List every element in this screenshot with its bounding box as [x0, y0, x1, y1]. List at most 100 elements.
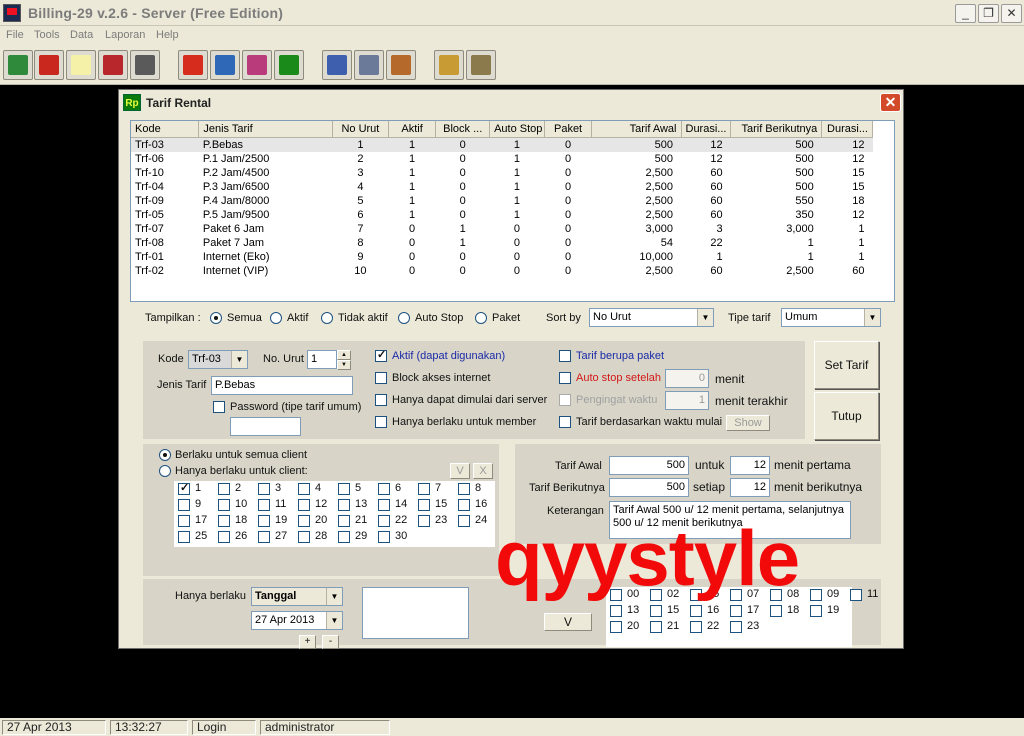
auto-stop-input[interactable]: 0: [665, 369, 709, 388]
date-plus-button[interactable]: +: [299, 635, 316, 649]
client-checkbox[interactable]: [218, 515, 230, 527]
hour-checkbox[interactable]: [730, 621, 742, 633]
client-checkbox[interactable]: [218, 531, 230, 543]
column-header[interactable]: Tarif Berikutnya: [730, 121, 823, 138]
password-input[interactable]: [230, 417, 301, 436]
minimize-button[interactable]: _: [955, 4, 976, 23]
client-map-toolbar-button[interactable]: [3, 50, 33, 80]
dialog-close-button[interactable]: ✕: [880, 93, 901, 112]
menu-laporan[interactable]: Laporan: [105, 29, 145, 41]
report-rp-toolbar-button[interactable]: [466, 50, 496, 80]
column-header[interactable]: Durasi...: [821, 121, 873, 138]
tarif-awal-durasi-input[interactable]: 12: [730, 456, 770, 475]
server-setting-toolbar-button[interactable]: [242, 50, 272, 80]
sort-by-select[interactable]: No Urut ▼: [589, 308, 714, 327]
rp-tariff-toolbar-button[interactable]: [274, 50, 304, 80]
member-toolbar-button[interactable]: [322, 50, 352, 80]
hour-checkbox[interactable]: [810, 589, 822, 601]
check-all-clients-button[interactable]: V: [450, 463, 470, 479]
clear-all-clients-button[interactable]: X: [473, 463, 493, 479]
tutup-button[interactable]: Tutup: [814, 392, 879, 440]
jenis-tarif-input[interactable]: P.Bebas: [211, 376, 353, 395]
hour-checkbox[interactable]: [770, 605, 782, 617]
pengingat-checkbox[interactable]: [559, 394, 571, 406]
maximize-button[interactable]: ❐: [978, 4, 999, 23]
client-checkbox[interactable]: [338, 531, 350, 543]
notepad-toolbar-button[interactable]: [66, 50, 96, 80]
pengingat-input[interactable]: 1: [665, 391, 709, 410]
client-checkbox[interactable]: [418, 499, 430, 511]
radio-paket[interactable]: [475, 312, 487, 324]
tarif-awal-input[interactable]: 500: [609, 456, 689, 475]
no-urut-up-icon[interactable]: ▲: [337, 350, 351, 360]
tarif-berikutnya-input[interactable]: 500: [609, 478, 689, 497]
column-header[interactable]: Aktif: [388, 121, 437, 138]
client-checkbox[interactable]: [178, 531, 190, 543]
eraser-toolbar-button[interactable]: [98, 50, 128, 80]
no-sign-toolbar-button[interactable]: [178, 50, 208, 80]
column-header[interactable]: Jenis Tarif: [198, 121, 334, 138]
operator-toolbar-button[interactable]: [354, 50, 384, 80]
key-toolbar-button[interactable]: [34, 50, 64, 80]
client-checkbox[interactable]: [338, 499, 350, 511]
client-checkbox[interactable]: [298, 531, 310, 543]
column-header[interactable]: Block ...: [435, 121, 491, 138]
client-checkbox[interactable]: [378, 499, 390, 511]
food-toolbar-button[interactable]: [386, 50, 416, 80]
home-toolbar-button[interactable]: [434, 50, 464, 80]
close-app-button[interactable]: ✕: [1001, 4, 1022, 23]
set-tarif-button[interactable]: Set Tarif: [814, 341, 879, 389]
client-checkbox[interactable]: [178, 499, 190, 511]
radio-semua[interactable]: [210, 312, 222, 324]
radio-hanya-client[interactable]: [159, 465, 171, 477]
tipe-tarif-select[interactable]: Umum ▼: [781, 308, 881, 327]
member-only-checkbox[interactable]: [375, 416, 387, 428]
client-checkbox[interactable]: [378, 515, 390, 527]
berlaku-v-button[interactable]: V: [544, 613, 592, 631]
block-internet-checkbox[interactable]: [375, 372, 387, 384]
berlaku-list[interactable]: [362, 587, 469, 639]
client-setting-toolbar-button[interactable]: [210, 50, 240, 80]
radio-auto-stop[interactable]: [398, 312, 410, 324]
table-row[interactable]: Trf-06 P.1 Jam/2500 2 1 0 1 0 500 12 500 12: [131, 152, 873, 166]
client-checkbox[interactable]: [218, 499, 230, 511]
menu-data[interactable]: Data: [70, 29, 93, 41]
hour-checkbox[interactable]: [690, 621, 702, 633]
client-checkbox[interactable]: [298, 483, 310, 495]
client-checkbox[interactable]: [298, 515, 310, 527]
auto-stop-checkbox[interactable]: [559, 372, 571, 384]
client-checkbox[interactable]: [218, 483, 230, 495]
client-checkbox[interactable]: [338, 483, 350, 495]
dimulai-server-checkbox[interactable]: [375, 394, 387, 406]
table-row[interactable]: Trf-02 Internet (VIP) 10 0 0 0 0 2,500 60 2,500 60: [131, 264, 873, 278]
client-checkbox[interactable]: [458, 483, 470, 495]
menu-tools[interactable]: Tools: [34, 29, 60, 41]
client-checkbox[interactable]: [378, 483, 390, 495]
column-header[interactable]: Kode: [131, 121, 200, 138]
menu-help[interactable]: Help: [156, 29, 179, 41]
column-header[interactable]: Durasi...: [681, 121, 732, 138]
column-header[interactable]: Tarif Awal: [591, 121, 682, 138]
client-checkbox[interactable]: [378, 531, 390, 543]
client-checkbox[interactable]: [258, 499, 270, 511]
table-row[interactable]: Trf-03 P.Bebas 1 1 0 1 0 500 12 500 12: [131, 137, 873, 152]
hour-checkbox[interactable]: [650, 605, 662, 617]
table-row[interactable]: Trf-09 P.4 Jam/8000 5 1 0 1 0 2,500 60 550 18: [131, 194, 873, 208]
hour-checkbox[interactable]: [690, 605, 702, 617]
close-x-toolbar-button[interactable]: [130, 50, 160, 80]
kode-select[interactable]: Trf-03 ▼: [188, 350, 248, 369]
table-row[interactable]: Trf-08 Paket 7 Jam 8 0 1 0 0 54 22 1 1: [131, 236, 873, 250]
show-button[interactable]: Show: [726, 415, 770, 431]
table-row[interactable]: Trf-07 Paket 6 Jam 7 0 1 0 0 3,000 3 3,000 1: [131, 222, 873, 236]
client-checkbox[interactable]: [258, 515, 270, 527]
no-urut-input[interactable]: 1: [307, 350, 337, 369]
paket-checkbox[interactable]: [559, 350, 571, 362]
berlaku-date-picker[interactable]: 27 Apr 2013 ▼: [251, 611, 343, 630]
hour-checkbox[interactable]: [850, 589, 862, 601]
client-checkbox[interactable]: [458, 499, 470, 511]
password-checkbox[interactable]: [213, 401, 225, 413]
hour-checkbox[interactable]: [730, 605, 742, 617]
date-minus-button[interactable]: -: [322, 635, 339, 649]
client-checkbox[interactable]: [178, 515, 190, 527]
hour-checkbox[interactable]: [610, 605, 622, 617]
